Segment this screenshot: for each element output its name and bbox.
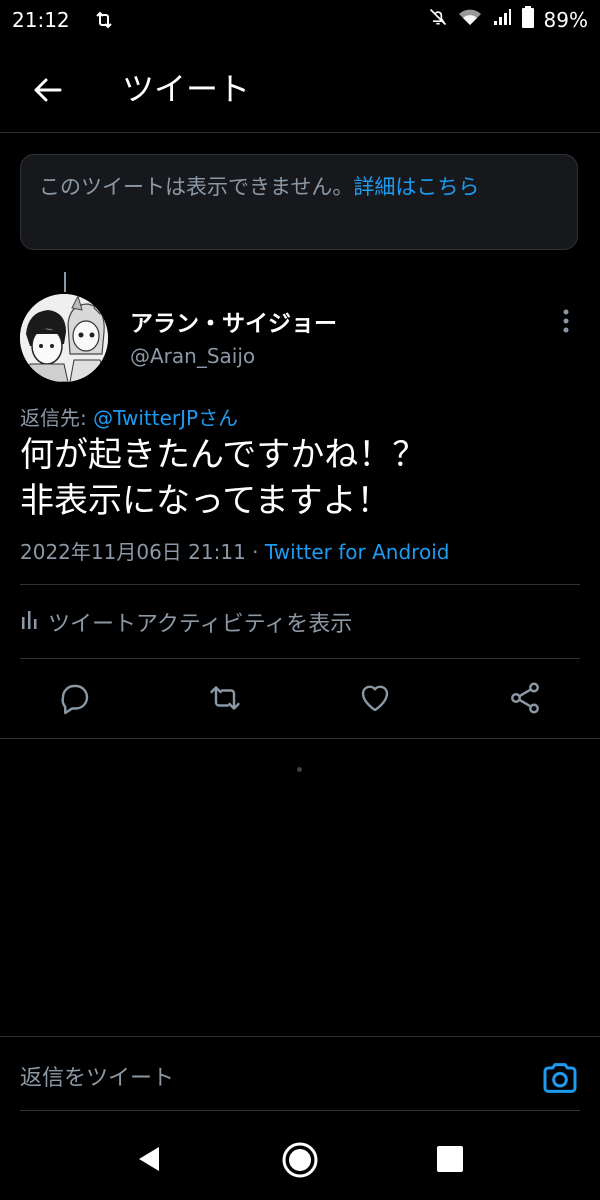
signal-icon: [492, 7, 512, 32]
reply-input[interactable]: 返信をツイート: [20, 1060, 520, 1092]
tweet-text-line-2: 非表示になってますよ！: [20, 481, 391, 521]
divider: [20, 584, 580, 585]
user-display-name[interactable]: アラン・サイジョー: [130, 304, 337, 338]
back-arrow-icon[interactable]: [28, 70, 68, 110]
tweet-source-link[interactable]: Twitter for Android: [265, 540, 450, 564]
battery-percent: 89%: [543, 7, 588, 32]
page-title: ツイート: [122, 70, 251, 108]
bar-chart-icon: [22, 609, 38, 635]
divider: [20, 658, 580, 659]
composer-underline: [20, 1110, 580, 1111]
tweet-timestamp: 2022年11月06日 21:11 ·: [20, 540, 265, 564]
status-time: 21:12: [12, 8, 70, 32]
wifi-icon: [458, 7, 482, 32]
header-divider: [0, 132, 600, 133]
thread-connector: [64, 272, 66, 292]
composer-divider: [0, 1036, 600, 1037]
reply-to-label: 返信先:: [20, 406, 94, 430]
camera-icon[interactable]: [540, 1058, 580, 1098]
status-icons: 89%: [428, 6, 588, 33]
divider: [0, 738, 600, 739]
reply-to-line: 返信先: @TwitterJPさん: [20, 402, 238, 431]
retweet-icon[interactable]: [207, 680, 243, 716]
status-retweet-icon: [92, 8, 116, 36]
tweet-text-line-1: 何が起きたんですかね！？: [20, 435, 427, 475]
learn-more-link[interactable]: 詳細はこちら: [353, 175, 479, 199]
tweet-meta: 2022年11月06日 21:11 · Twitter for Android: [20, 536, 449, 565]
tweet-text: 何が起きたんですかね！？ 非表示になってますよ！: [20, 432, 580, 524]
share-icon[interactable]: [507, 680, 543, 716]
notice-text: このツイートは表示できません。: [39, 175, 354, 199]
loading-indicator: [297, 767, 302, 772]
mute-icon: [428, 7, 448, 32]
tweet-activity-button[interactable]: ツイートアクティビティを表示: [22, 606, 352, 638]
tweet-unavailable-notice: このツイートは表示できません。詳細はこちら: [20, 154, 578, 250]
avatar[interactable]: [20, 294, 108, 382]
tweet-activity-label: ツイートアクティビティを表示: [48, 612, 353, 637]
nav-recent-apps-icon[interactable]: [437, 1146, 463, 1172]
nav-home-icon[interactable]: [280, 1140, 320, 1184]
reply-icon[interactable]: [57, 680, 93, 716]
nav-back-icon[interactable]: [135, 1145, 163, 1177]
like-heart-icon[interactable]: [357, 680, 393, 716]
user-handle[interactable]: @Aran_Saijo: [130, 344, 255, 368]
battery-icon: [521, 6, 534, 33]
reply-mention-link[interactable]: @TwitterJPさん: [93, 406, 238, 430]
more-options-icon[interactable]: [556, 308, 576, 334]
